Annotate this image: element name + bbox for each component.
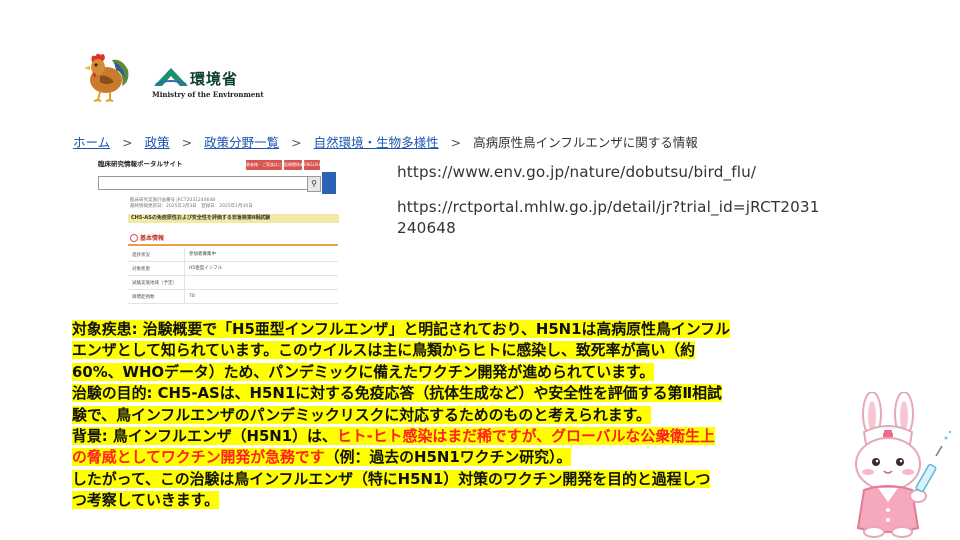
body-line: したがって、この治験は鳥インフルエンザ（特にH5N1）対策のワクチン開発を目的と… bbox=[72, 469, 711, 488]
portal-medical-button[interactable]: 医療関係者 bbox=[284, 160, 302, 170]
portal-row-value: 参加者募集中 bbox=[184, 248, 216, 261]
body-red-text: ヒト-ヒト感染はまだ稀ですが、グローバルな公衆衛生上 bbox=[336, 427, 715, 446]
portal-row-key: 対象疾患 bbox=[132, 267, 150, 272]
portal-section-label: 基本情報 bbox=[140, 235, 165, 242]
portal-row-value bbox=[184, 276, 189, 289]
breadcrumb: ホーム > 政策 > 政策分野一覧 > 自然環境・生物多様性 > 高病原性鳥インフルエンザに関す… bbox=[73, 132, 698, 151]
portal-english-button[interactable]: ENGLISH bbox=[304, 160, 320, 170]
url-rctportal[interactable]: https://rctportal.mhlw.go.jp/detail/jr?t… bbox=[397, 198, 820, 216]
portal-screenshot: 臨床研究情報ポータルサイト 患者様・ご家族はこちら 医療関係者 ENGLISH … bbox=[96, 152, 340, 308]
body-line: 60%、WHOデータ）ため、パンデミックに備えたワクチン開発が進められています。 bbox=[72, 362, 655, 381]
nurse-rabbit-icon bbox=[855, 392, 952, 538]
breadcrumb-link-policy-fields[interactable]: 政策分野一覧 bbox=[204, 135, 279, 150]
portal-row: 対象疾患 H5亜型インフル bbox=[128, 262, 338, 276]
portal-trial-name: CH5-ASの免疫原性および安全性を評価する非盲検第Ⅱ相試験 bbox=[128, 214, 339, 223]
breadcrumb-link-nature[interactable]: 自然環境・生物多様性 bbox=[314, 135, 439, 150]
url-rctportal-continued[interactable]: 240648 bbox=[397, 219, 456, 237]
breadcrumb-separator: > bbox=[181, 135, 193, 150]
breadcrumb-link-policy[interactable]: 政策 bbox=[145, 135, 170, 150]
breadcrumb-link-home[interactable]: ホーム bbox=[73, 135, 110, 150]
portal-row: 進捗状況 参加者募集中 bbox=[128, 248, 338, 262]
portal-meta: 臨床研究実施計画番号 jRCT2031240648 最終情報更新日：2025年3… bbox=[130, 198, 253, 210]
body-line: つ考察していきます。 bbox=[72, 491, 219, 510]
portal-row: 目標症例数 70 bbox=[128, 290, 338, 304]
body-red-text: の脅威としてワクチン開発が急務です bbox=[72, 448, 325, 467]
body-line: 験で、鳥インフルエンザのパンデミックリスクに対応するためのものと考えられます。 bbox=[72, 405, 651, 424]
portal-meta-line: 最終情報更新日：2025年3月3日 登録日：2025年1月30日 bbox=[130, 204, 253, 209]
ministry-logo: 環境省 Ministry of the Environment bbox=[152, 66, 264, 102]
body-text: 対象疾患: 治験概要で「H5亜型インフルエンザ」と明記されており、H5N1は高病… bbox=[72, 319, 862, 512]
portal-row-value: H5亜型インフル bbox=[184, 262, 222, 275]
search-icon[interactable]: ⚲ bbox=[307, 176, 321, 192]
body-line: の脅威としてワクチン開発が急務です（例：過去のH5N1ワクチン研究）。 bbox=[72, 448, 572, 467]
body-line: 治験の目的: CH5-ASは、H5N1に対する免疫応答（抗体生成など）や安全性を… bbox=[72, 384, 722, 403]
ministry-name-jp: 環境省 bbox=[190, 70, 239, 88]
portal-row-key: 試験実施地域（予定） bbox=[132, 281, 177, 286]
circle-icon bbox=[130, 234, 138, 242]
ministry-mark-icon bbox=[154, 68, 188, 86]
breadcrumb-separator: > bbox=[122, 135, 133, 150]
url-env[interactable]: https://www.env.go.jp/nature/dobutsu/bir… bbox=[397, 163, 756, 181]
body-line: 対象疾患: 治験概要で「H5亜型インフルエンザ」と明記されており、H5N1は高病… bbox=[72, 320, 730, 338]
portal-title: 臨床研究情報ポータルサイト bbox=[98, 160, 183, 168]
portal-row-key: 進捗状況 bbox=[132, 253, 150, 258]
breadcrumb-separator: > bbox=[291, 135, 302, 150]
body-line: エンザとして知られています。このウイルスは主に鳥類からヒトに感染し、致死率が高い… bbox=[72, 341, 696, 360]
portal-patient-button[interactable]: 患者様・ご家族はこちら bbox=[246, 160, 282, 170]
portal-row-value: 70 bbox=[184, 290, 195, 303]
portal-row: 試験実施地域（予定） bbox=[128, 276, 338, 290]
portal-row-key: 目標症例数 bbox=[132, 295, 155, 300]
rooster-icon bbox=[84, 53, 129, 102]
portal-section-header: 基本情報 bbox=[128, 232, 338, 246]
portal-search-input[interactable] bbox=[98, 176, 310, 190]
breadcrumb-separator: > bbox=[450, 135, 462, 150]
ministry-name-en: Ministry of the Environment bbox=[152, 90, 264, 99]
breadcrumb-current: 高病原性鳥インフルエンザに関する情報 bbox=[473, 135, 698, 150]
body-line: 背景: 鳥インフルエンザ（H5N1）は、ヒト-ヒト感染はまだ稀ですが、グローバル… bbox=[72, 427, 715, 446]
portal-side-tab[interactable] bbox=[322, 172, 336, 194]
